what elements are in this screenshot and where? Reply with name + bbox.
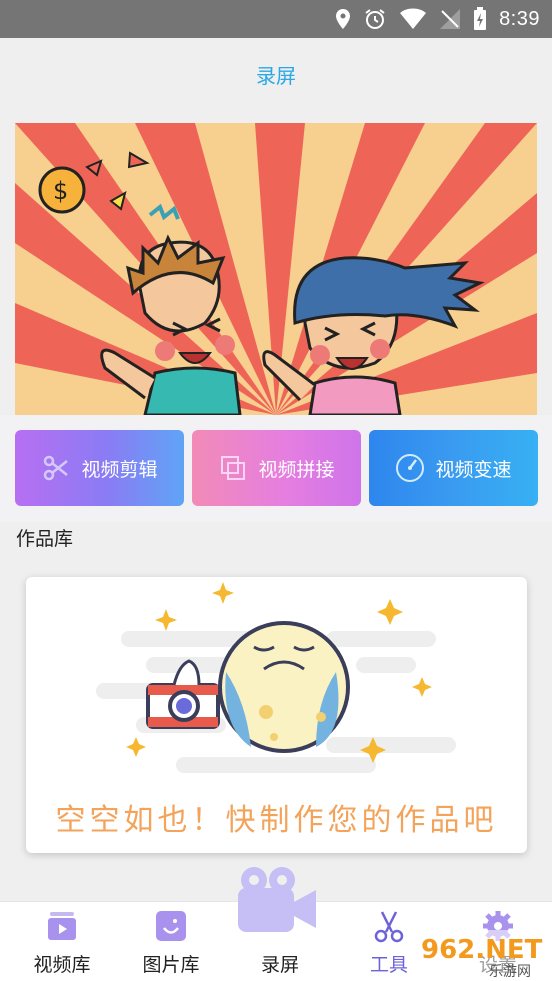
video-merge-label: 视频拼接 [258, 458, 335, 481]
speedometer-icon [395, 453, 425, 483]
status-bar: 8:39 [0, 0, 552, 38]
video-speed-button[interactable]: 视频变速 [369, 430, 538, 506]
nav-image-library[interactable]: 图片库 [116, 902, 226, 981]
merge-icon [218, 453, 248, 483]
watermark-logo: 962.NET 乐游网 [415, 930, 552, 981]
watermark-subtext: 乐游网 [489, 964, 531, 980]
video-library-icon [47, 910, 77, 946]
video-edit-button[interactable]: 视频剪辑 [15, 430, 184, 506]
banner-image[interactable]: $ [15, 123, 537, 415]
status-time: 8:39 [499, 7, 540, 30]
record-button[interactable] [232, 862, 320, 938]
nav-image-library-label: 图片库 [142, 954, 200, 976]
location-icon [336, 9, 351, 29]
video-merge-button[interactable]: 视频拼接 [192, 430, 361, 506]
image-library-icon [155, 910, 187, 946]
wifi-icon [400, 8, 427, 29]
nav-video-library[interactable]: 视频库 [7, 902, 117, 981]
svg-text:$: $ [53, 177, 68, 205]
camera-icon [238, 867, 316, 932]
scissors-icon [41, 453, 71, 483]
watermark-text: 962.NET [421, 935, 543, 965]
video-speed-label: 视频变速 [435, 458, 512, 481]
video-edit-label: 视频剪辑 [81, 458, 158, 481]
empty-works-text: 空空如也！快制作您的作品吧 [55, 803, 498, 838]
works-section-title: 作品库 [16, 528, 74, 550]
page-title: 录屏 [256, 64, 296, 88]
app-header: 录屏 [0, 38, 552, 110]
nav-video-library-label: 视频库 [33, 954, 91, 976]
scissors-icon [372, 910, 406, 948]
nav-record-label: 录屏 [260, 954, 299, 976]
tools-row: 视频剪辑 视频拼接 视频变速 [0, 415, 552, 522]
alarm-icon [365, 9, 385, 29]
signal-off-icon [440, 9, 461, 29]
battery-charging-icon [474, 7, 487, 30]
empty-works-card: 空空如也！快制作您的作品吧 [26, 577, 527, 853]
